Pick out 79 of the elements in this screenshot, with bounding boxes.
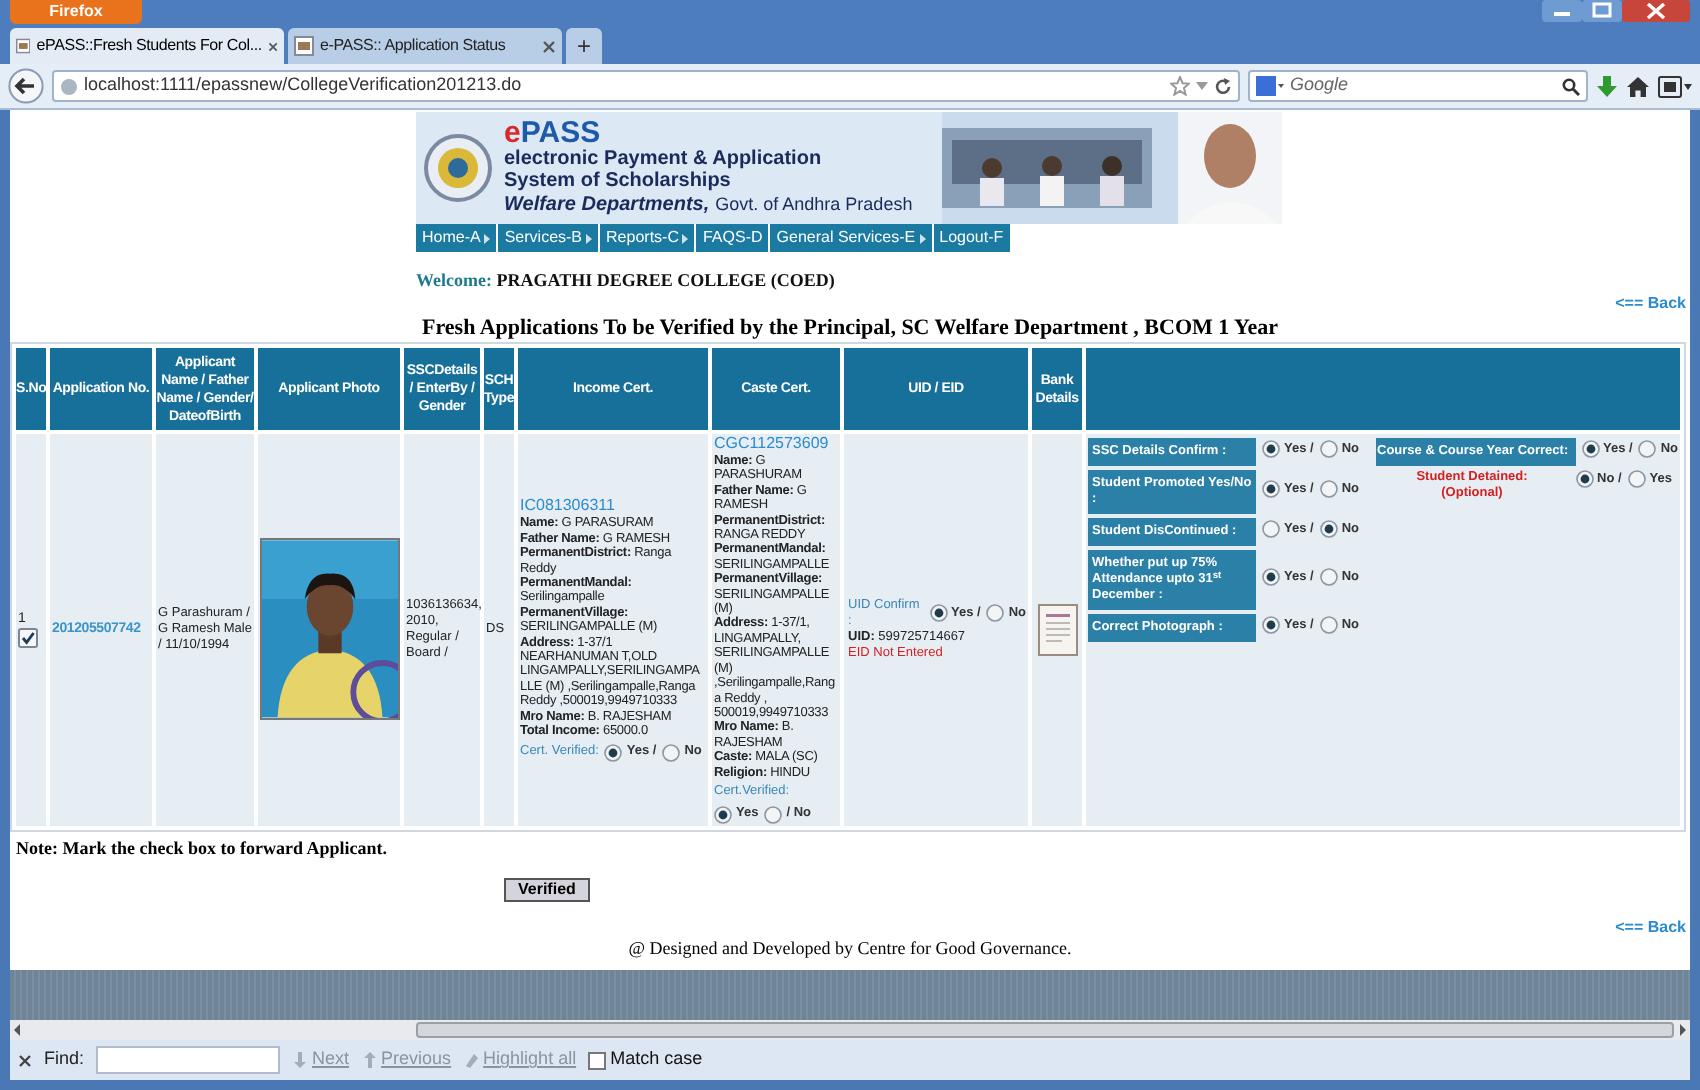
back-link[interactable]: <== Back <box>1615 292 1686 312</box>
address-bar[interactable]: localhost:1111/epassnew/CollegeVerification201213.do <box>52 70 1240 102</box>
site-title: ePASS <box>504 118 603 148</box>
page-icon <box>16 36 31 56</box>
department-line: Welfare Departments, Govt. of Andhra Pradesh <box>504 192 913 218</box>
match-case-label: Match case <box>610 1046 703 1073</box>
close-icon[interactable] <box>18 1053 32 1067</box>
close-icon[interactable] <box>542 39 556 53</box>
reload-icon[interactable] <box>1214 77 1232 95</box>
radio-button[interactable] <box>1262 480 1280 498</box>
close-icon[interactable] <box>267 39 278 53</box>
caret-icon <box>682 233 689 243</box>
radio-button[interactable] <box>1575 470 1593 488</box>
dropdown-icon[interactable] <box>1196 81 1208 91</box>
certificate-link[interactable]: IC081306311 <box>520 496 615 515</box>
find-label: Find: <box>44 1046 85 1073</box>
nav-menu-item[interactable]: General Services-E <box>770 224 932 252</box>
close-button[interactable] <box>1622 0 1690 22</box>
radio-button[interactable] <box>1262 568 1280 586</box>
emblem-icon <box>424 134 492 202</box>
page-icon <box>294 36 314 56</box>
search-input[interactable]: Google <box>1290 72 1556 100</box>
site-subtitle: electronic Payment & Application <box>504 148 824 170</box>
radio-button[interactable] <box>1262 440 1280 458</box>
browser-tab[interactable]: e-PASS:: Application Status <box>288 28 562 64</box>
browser-tab[interactable]: ePASS::Fresh Students For Col... <box>10 28 284 64</box>
search-engine-icon[interactable] <box>1256 76 1284 96</box>
radio-button[interactable] <box>1319 568 1338 586</box>
radio-button[interactable] <box>1638 440 1657 458</box>
radio-button[interactable] <box>1319 616 1338 634</box>
new-tab-button[interactable]: + <box>566 28 602 64</box>
nav-menu-item[interactable]: Services-B <box>498 224 599 252</box>
checkbox[interactable] <box>18 627 38 648</box>
bookmarks-menu-icon[interactable] <box>1658 75 1692 97</box>
radio-button[interactable] <box>604 743 623 762</box>
caret-icon <box>919 233 926 243</box>
checkbox[interactable] <box>588 1051 607 1069</box>
minimize-button[interactable] <box>1542 0 1582 22</box>
note-text: Note: Mark the check box to forward Applicant. <box>16 835 389 862</box>
horizontal-scrollbar[interactable] <box>10 1020 1690 1040</box>
table-title: Fresh Applications To be Verified by the Principal, SC Welfare Department , BCOM 1 Year <box>420 316 1280 342</box>
back-button[interactable] <box>8 68 44 104</box>
radio-button[interactable] <box>1319 440 1338 458</box>
radio-button[interactable] <box>714 805 732 824</box>
nav-menu-item[interactable]: Reports-C <box>600 224 695 252</box>
radio-button[interactable] <box>1262 616 1280 634</box>
nav-menu-item[interactable]: Logout-F <box>933 224 1010 252</box>
radio-button[interactable] <box>1262 520 1280 538</box>
verified-button[interactable]: Verified <box>504 878 590 903</box>
maximize-button[interactable] <box>1582 0 1622 22</box>
radio-button[interactable] <box>1319 480 1338 498</box>
star-icon[interactable] <box>1170 76 1190 96</box>
document-icon[interactable] <box>1037 603 1077 656</box>
download-icon[interactable] <box>1596 75 1618 97</box>
nav-menu-item[interactable]: FAQS-D <box>696 224 769 252</box>
radio-button[interactable] <box>929 604 947 623</box>
certificate-link[interactable]: CGC112573609 <box>714 434 829 452</box>
radio-button[interactable] <box>986 604 1005 623</box>
find-field[interactable] <box>96 1046 281 1074</box>
radio-button[interactable] <box>1319 520 1338 538</box>
welcome-text: Welcome: PRAGATHI DEGREE COLLEGE (COED) <box>416 268 837 292</box>
radio-button[interactable] <box>1581 440 1599 458</box>
back-link[interactable]: <== Back <box>1615 918 1686 937</box>
nav-menu-item[interactable]: Home-A <box>416 224 497 252</box>
radio-button[interactable] <box>1627 470 1646 488</box>
footer-text: @ Designed and Developed by Centre for Good Governance. <box>626 936 1074 963</box>
search-field[interactable]: Google <box>1248 70 1588 102</box>
radio-button[interactable] <box>764 805 783 824</box>
scrollbar-thumb[interactable] <box>416 1022 1674 1038</box>
caret-icon <box>586 233 593 243</box>
site-subtitle: System of Scholarships <box>504 170 733 192</box>
app-menu-button[interactable]: Firefox <box>10 0 142 24</box>
caret-icon <box>484 233 491 243</box>
up-arrow-icon <box>361 1052 378 1068</box>
search-icon[interactable] <box>1562 77 1580 95</box>
radio-button[interactable] <box>662 743 681 762</box>
down-arrow-icon <box>292 1052 309 1068</box>
home-icon[interactable] <box>1626 75 1650 97</box>
pen-icon <box>463 1052 480 1068</box>
